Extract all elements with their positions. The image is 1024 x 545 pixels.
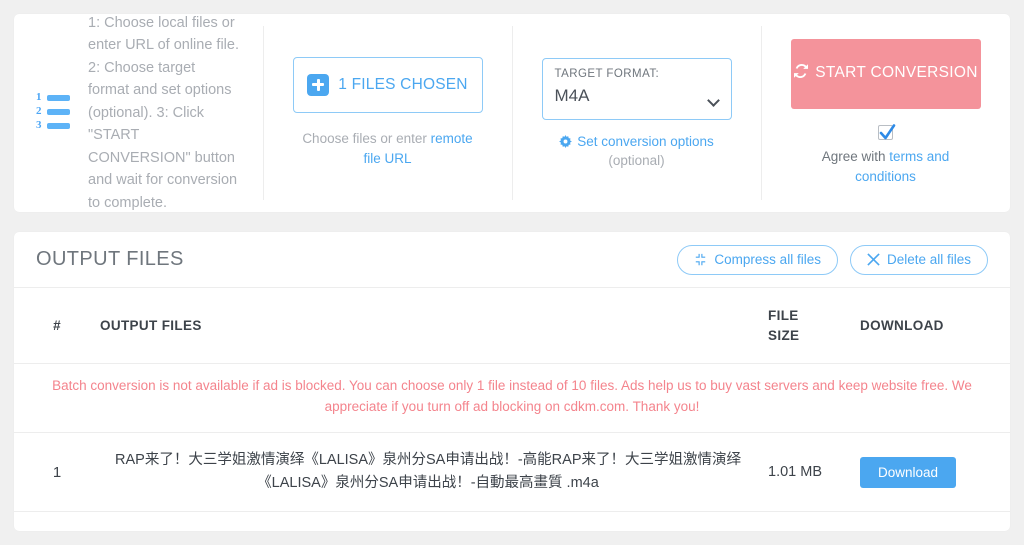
output-files-title: OUTPUT FILES (36, 248, 184, 270)
delete-all-files-button[interactable]: Delete all files (849, 244, 988, 275)
ad-block-warning-row: Batch conversion is not available if ad … (14, 363, 1010, 433)
row-number: 1 (14, 432, 100, 513)
delete-all-files-label: Delete all files (886, 252, 971, 267)
file-chooser-note-prefix: Choose files or enter (302, 130, 431, 146)
app-root: 1 2 3 1: Choose local files or enter URL… (0, 0, 1024, 545)
sync-icon (794, 64, 809, 79)
close-x-icon (867, 253, 880, 266)
column-header-download: DOWNLOAD (860, 318, 944, 334)
file-chooser-note: Choose files or enter remote file URL (298, 129, 478, 170)
row-file-size: 1.01 MB (768, 432, 860, 513)
table-row: 1 RAP来了！大三学姐激情演绎《LALISA》泉州分SA申请出战！-高能RAP… (14, 432, 1010, 513)
numbered-list-icon: 1 2 3 (36, 92, 74, 134)
column-header-file-size: FILE SIZE (768, 288, 860, 364)
plus-square-icon (307, 73, 330, 96)
compress-icon (696, 253, 706, 266)
ad-block-warning-text: Batch conversion is not available if ad … (14, 363, 1010, 433)
target-format-select[interactable]: TARGET FORMAT: M4A (541, 58, 732, 120)
optional-note: (optional) (608, 153, 665, 168)
converter-toolbar-panel: 1 2 3 1: Choose local files or enter URL… (14, 14, 1010, 212)
agree-prefix: Agree with (821, 148, 890, 164)
compress-all-files-label: Compress all files (714, 252, 821, 267)
target-format-value: M4A (554, 86, 590, 105)
agree-checkbox[interactable] (878, 123, 896, 140)
file-chooser-column: 1 FILES CHOSEN Choose files or enter rem… (263, 14, 512, 212)
column-header-output-files: OUTPUT FILES (100, 318, 202, 334)
output-files-table: # OUTPUT FILES FILE SIZE DOWNLOAD Batch … (14, 288, 1010, 513)
instructions-column: 1 2 3 1: Choose local files or enter URL… (14, 14, 263, 212)
column-header-file-size-line1: FILE (768, 308, 799, 323)
download-button[interactable]: Download (860, 456, 957, 488)
agree-terms-row: Agree with terms and conditions (791, 123, 981, 188)
column-header-file-size-line2: SIZE (768, 327, 800, 343)
choose-files-label: 1 FILES CHOSEN (338, 75, 468, 93)
row-file-name: RAP来了！大三学姐激情演绎《LALISA》泉州分SA申请出战！-高能RAP来了… (100, 432, 768, 513)
output-files-header: OUTPUT FILES Compress all files Delete a… (14, 232, 1010, 288)
agree-terms-text: Agree with terms and conditions (791, 147, 981, 188)
start-conversion-label: START CONVERSION (815, 64, 978, 82)
column-header-number: # (53, 318, 61, 334)
row-download-cell: Download (860, 432, 1010, 513)
checkmark-icon (879, 123, 896, 140)
target-format-column: TARGET FORMAT: M4A Set conversion option… (512, 14, 761, 212)
set-conversion-options-link[interactable]: Set conversion options (559, 134, 714, 149)
output-files-panel: OUTPUT FILES Compress all files Delete a… (14, 232, 1010, 531)
output-files-actions: Compress all files Delete all files (677, 244, 988, 275)
start-conversion-column: START CONVERSION Agree with terms and co… (761, 14, 1010, 212)
start-conversion-button[interactable]: START CONVERSION (790, 38, 981, 109)
set-conversion-options-label: Set conversion options (577, 134, 714, 149)
target-format-label: TARGET FORMAT: (554, 68, 660, 80)
table-header-row: # OUTPUT FILES FILE SIZE DOWNLOAD (14, 288, 1010, 364)
instructions-text: 1: Choose local files or enter URL of on… (88, 14, 239, 211)
gear-icon (559, 135, 573, 148)
compress-all-files-button[interactable]: Compress all files (677, 244, 838, 275)
choose-files-button[interactable]: 1 FILES CHOSEN (292, 56, 483, 113)
